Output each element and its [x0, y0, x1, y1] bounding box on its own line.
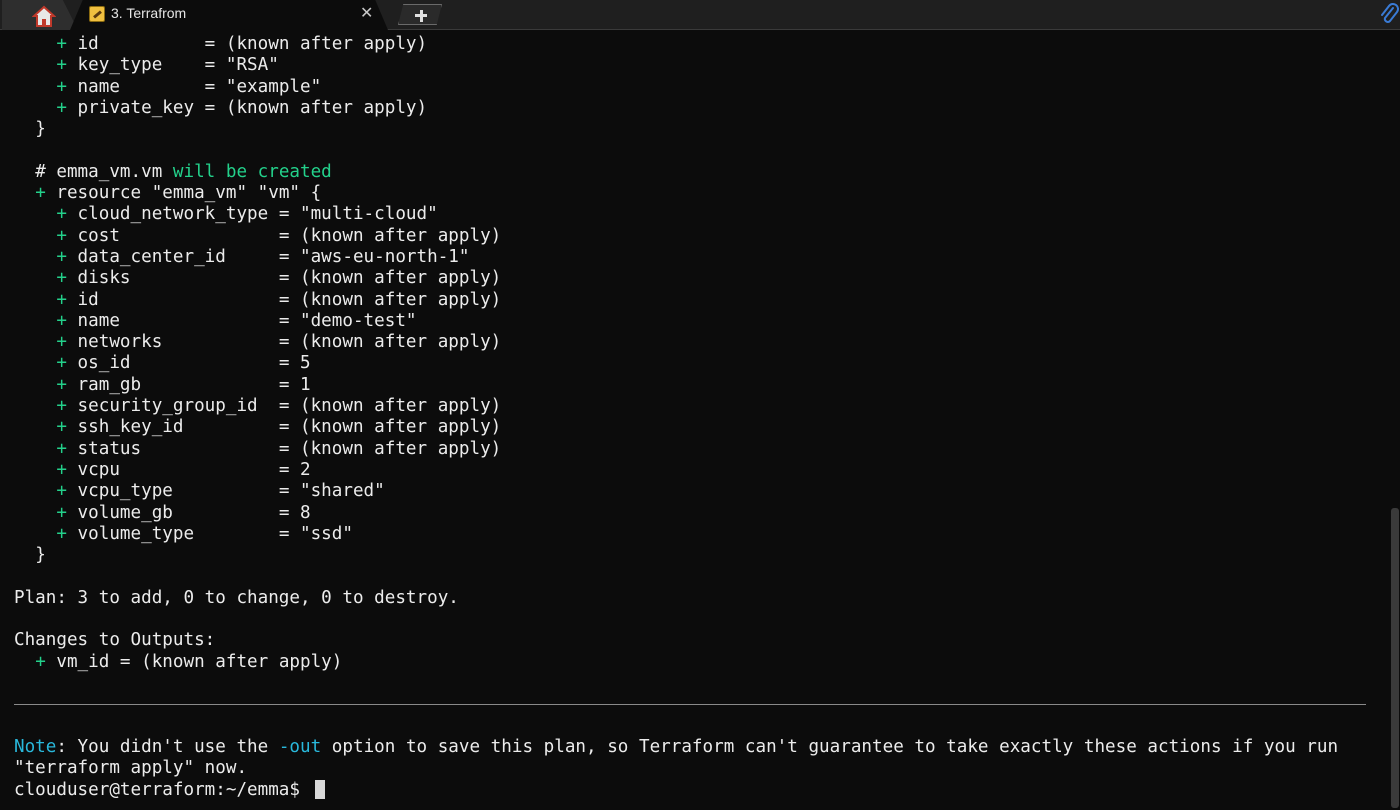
- attr-line: + id = (known after apply): [56, 289, 502, 310]
- note-line: Note: You didn't use the -out option to …: [14, 737, 1339, 757]
- separator-line: [14, 704, 1366, 705]
- attr-line: + ssh_key_id = (known after apply): [56, 417, 502, 438]
- note-label: Note: [14, 737, 57, 757]
- attr-line: + data_center_id = "aws-eu-north-1": [56, 246, 470, 267]
- home-icon[interactable]: [32, 5, 56, 27]
- terminal-output[interactable]: + id = (known after apply) + key_type = …: [0, 30, 1400, 810]
- paperclip-icon[interactable]: [1378, 3, 1400, 27]
- attr-line: + volume_gb = 8: [56, 502, 311, 523]
- attr-line: + name = "example": [56, 76, 322, 97]
- terminal-session-icon: [89, 6, 105, 22]
- attr-line: + id = (known after apply): [56, 34, 428, 54]
- attr-line: + os_id = 5: [56, 353, 311, 374]
- resource-comment: # emma_vm.vm will be created: [35, 161, 332, 182]
- block-close: }: [35, 119, 46, 140]
- attr-line: + ram_gb = 1: [56, 374, 311, 395]
- outputs-heading: Changes to Outputs:: [14, 630, 216, 651]
- attr-line: + status = (known after apply): [56, 438, 502, 459]
- scrollbar[interactable]: [1390, 30, 1400, 810]
- attr-line: + security_group_id = (known after apply…: [56, 396, 502, 417]
- attr-line: + vcpu_type = "shared": [56, 481, 385, 502]
- attr-line: + networks = (known after apply): [56, 332, 502, 353]
- attr-line: + vcpu = 2: [56, 459, 311, 480]
- close-icon[interactable]: ✕: [360, 3, 373, 23]
- attr-line: + key_type = "RSA": [56, 55, 279, 76]
- tab-bar: 3. Terrafrom ✕: [0, 0, 1400, 30]
- shell-prompt-line[interactable]: clouduser@terraform:~/emma$: [14, 779, 1338, 801]
- out-flag: -out: [278, 737, 322, 757]
- block-close: }: [35, 545, 46, 566]
- attr-line: + name = "demo-test": [56, 310, 417, 331]
- attr-line: + disks = (known after apply): [56, 268, 502, 289]
- shell-prompt: clouduser@terraform:~/emma$: [14, 779, 311, 800]
- text-cursor: [314, 779, 325, 799]
- tab-title: 3. Terrafrom: [111, 5, 187, 21]
- output-line: + vm_id = (known after apply): [35, 651, 343, 672]
- attr-line: + cost = (known after apply): [56, 225, 502, 246]
- resource-declaration: + resource "emma_vm" "vm" {: [35, 183, 322, 204]
- tab-terraform[interactable]: 3. Terrafrom ✕: [70, 0, 388, 30]
- attr-line: + cloud_network_type = "multi-cloud": [56, 204, 438, 225]
- plan-summary: Plan: 3 to add, 0 to change, 0 to destro…: [14, 587, 459, 608]
- new-tab-button[interactable]: [398, 4, 442, 25]
- attr-line: + private_key = (known after apply): [56, 97, 428, 118]
- note-line-2: "terraform apply" now.: [14, 758, 248, 779]
- scrollbar-thumb[interactable]: [1391, 508, 1399, 808]
- attr-line: + volume_type = "ssd": [56, 523, 353, 544]
